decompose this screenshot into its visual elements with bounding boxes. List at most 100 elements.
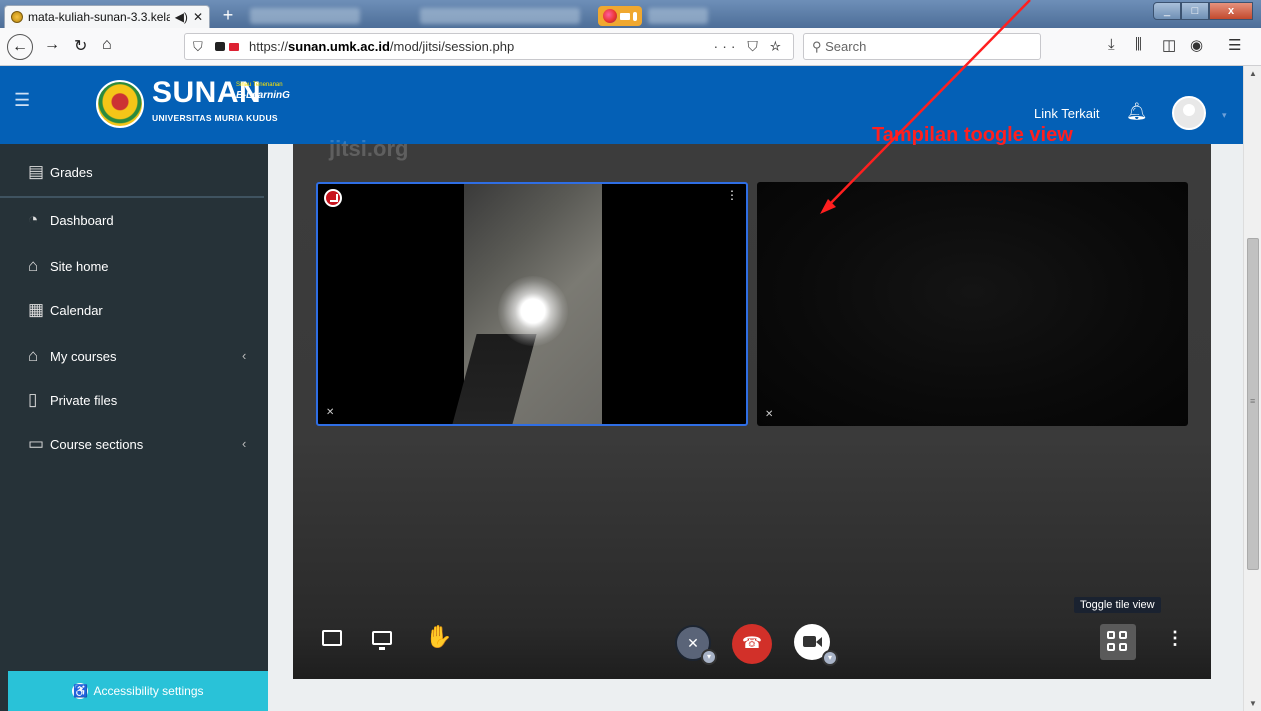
firefox-icon — [602, 9, 617, 23]
notification-bell-icon[interactable]: 🔔︎ — [1126, 102, 1148, 122]
jitsi-watermark: jitsi.org — [329, 136, 409, 161]
search-placeholder: Search — [825, 39, 867, 54]
hamburger-icon[interactable]: ☰ — [14, 90, 30, 111]
accessibility-icon: ♿ — [72, 683, 89, 699]
video-tile-local[interactable]: ⋮ ✕ — [316, 182, 748, 426]
annotation-label: Tampilan toogle view — [872, 124, 1073, 146]
sidebar-item-label: Dashboard — [50, 212, 114, 228]
more-actions-icon[interactable]: ⋮ — [1166, 628, 1184, 649]
avatar[interactable] — [1172, 96, 1206, 130]
camera-icon — [803, 636, 816, 647]
browser-tab-bar: mata-kuliah-sunan-3.3.kela ◀) ✕ + _ □ x — [0, 0, 1261, 28]
university-name: UNIVERSITAS MURIA KUDUS — [152, 113, 278, 123]
chevron-left-icon[interactable]: ‹ — [242, 436, 246, 451]
university-logo[interactable] — [96, 80, 144, 128]
sidebar-item-site-home[interactable]: ⌂ Site home — [28, 256, 109, 276]
home-icon: ⌂ — [28, 256, 39, 275]
blurred-tab[interactable] — [420, 8, 580, 24]
microphone-icon — [633, 11, 638, 21]
camera-lens-icon — [816, 637, 822, 647]
scroll-grip-icon: ≡ — [1250, 396, 1256, 406]
tile-grid-icon — [1119, 631, 1127, 639]
address-bar[interactable]: ⛉ https://sunan.umk.ac.id/mod/jitsi/sess… — [184, 33, 794, 60]
sidebar-item-label: Private files — [50, 392, 118, 408]
tile-grid-icon — [1107, 631, 1115, 639]
page-scrollbar[interactable]: ▲ ≡ ▼ — [1243, 66, 1261, 711]
sidebar-item-course-sections[interactable]: ▭ Course sections — [28, 434, 143, 454]
browser-tab-active[interactable]: mata-kuliah-sunan-3.3.kela ◀) ✕ — [4, 5, 210, 28]
sharing-indicator[interactable] — [598, 6, 642, 26]
scroll-up-icon[interactable]: ▲ — [1249, 69, 1257, 78]
minimize-button[interactable]: _ — [1153, 2, 1181, 20]
raise-hand-button[interactable]: ✋ — [425, 624, 452, 650]
sidebar-item-label: Grades — [50, 164, 93, 180]
folder-icon: ▭ — [28, 434, 45, 453]
new-tab-button[interactable]: + — [218, 6, 238, 26]
sidebar-item-calendar[interactable]: ▦ Calendar — [28, 300, 103, 320]
sidebar-item-label: My courses — [50, 348, 117, 364]
gradebook-icon: ▤ — [28, 162, 45, 181]
tab-close-icon[interactable]: ✕ — [193, 10, 203, 24]
link-terkait-menu[interactable]: Link Terkait — [1034, 106, 1100, 121]
camera-options-chevron-icon[interactable]: ▾ — [822, 650, 838, 666]
maximize-button[interactable]: □ — [1181, 2, 1209, 20]
sidebar-item-label: Calendar — [50, 302, 103, 318]
muted-mic-icon: ✕ — [687, 635, 699, 651]
favicon-icon — [11, 11, 23, 23]
library-icon[interactable]: ⫼ — [1135, 36, 1142, 53]
mic-options-chevron-icon[interactable]: ▾ — [701, 649, 717, 665]
page-actions[interactable]: ··· ⛉ ☆ — [714, 34, 785, 59]
camera-icon — [619, 12, 630, 20]
nav-drawer: ▤ Grades ◔ Dashboard ⌂ Site home ▦ Calen… — [0, 144, 268, 711]
back-button[interactable]: ← — [7, 34, 33, 60]
close-window-button[interactable]: x — [1209, 2, 1253, 20]
share-screen-button[interactable] — [372, 631, 392, 650]
blurred-tab[interactable] — [250, 8, 360, 24]
phone-icon: ☎ — [742, 635, 762, 652]
hangup-button[interactable]: ☎ — [732, 624, 772, 664]
tracking-shield-icon[interactable]: ⛉ — [193, 34, 203, 59]
home-icon[interactable]: ⌂ — [102, 36, 112, 54]
muted-mic-icon: ✕ — [326, 407, 335, 418]
camera-toggle-button[interactable]: ▾ — [794, 624, 838, 666]
forward-icon[interactable]: → — [44, 36, 60, 54]
camera-permission-icon[interactable] — [229, 43, 239, 51]
accessibility-settings-button[interactable]: ♿ Accessibility settings — [8, 671, 268, 711]
user-menu-caret-icon[interactable]: ▾ — [1222, 110, 1227, 121]
sidebar-item-private-files[interactable]: ▯ Private files — [28, 390, 117, 410]
tile-menu-icon[interactable]: ⋮ — [726, 188, 738, 202]
muted-mic-icon: ✕ — [765, 409, 774, 420]
connection-indicator-icon[interactable] — [324, 189, 342, 207]
blurred-tab[interactable] — [648, 8, 708, 24]
speaker-icon[interactable]: ◀) — [175, 10, 188, 24]
url-text[interactable]: https://sunan.umk.ac.id/mod/jitsi/sessio… — [249, 34, 514, 59]
toggle-tile-view-tooltip: Toggle tile view — [1074, 597, 1161, 613]
reload-icon[interactable]: ↻ — [74, 36, 87, 56]
menu-icon[interactable]: ☰ — [1228, 36, 1241, 54]
download-icon[interactable]: ⤓ — [1108, 36, 1115, 53]
search-icon: ⚲ — [812, 39, 826, 54]
calendar-icon: ▦ — [28, 300, 45, 319]
video-light — [498, 276, 568, 346]
video-tile-remote[interactable]: ✕ — [757, 182, 1188, 426]
window-controls: _ □ x — [1153, 2, 1253, 20]
tile-grid-icon — [1119, 643, 1127, 651]
search-input[interactable]: ⚲ Search — [803, 33, 1041, 60]
sidebar-icon[interactable]: ◫ — [1162, 36, 1176, 54]
toggle-tile-view-button[interactable] — [1100, 624, 1136, 660]
accessibility-label: Accessibility settings — [93, 684, 204, 698]
sidebar-item-grades[interactable]: ▤ Grades — [28, 162, 93, 182]
sidebar-item-dashboard[interactable]: ◔ Dashboard — [28, 210, 114, 230]
chevron-left-icon[interactable]: ‹ — [242, 348, 246, 363]
chat-button[interactable] — [322, 630, 342, 646]
lock-icon[interactable] — [215, 42, 225, 51]
sidebar-item-label: Site home — [50, 258, 109, 274]
browser-navbar: ← → ↻ ⌂ ⛉ https://sunan.umk.ac.id/mod/ji… — [0, 28, 1261, 66]
sidebar-item-my-courses[interactable]: ⌂ My courses — [28, 346, 116, 366]
account-icon[interactable]: ◉ — [1190, 36, 1203, 54]
scroll-down-icon[interactable]: ▼ — [1249, 699, 1257, 708]
sidebar-divider — [0, 196, 264, 198]
microphone-toggle-button[interactable]: ✕ ▾ — [675, 625, 717, 665]
tab-title: mata-kuliah-sunan-3.3.kela — [28, 10, 170, 24]
tile-grid-icon — [1107, 643, 1115, 651]
